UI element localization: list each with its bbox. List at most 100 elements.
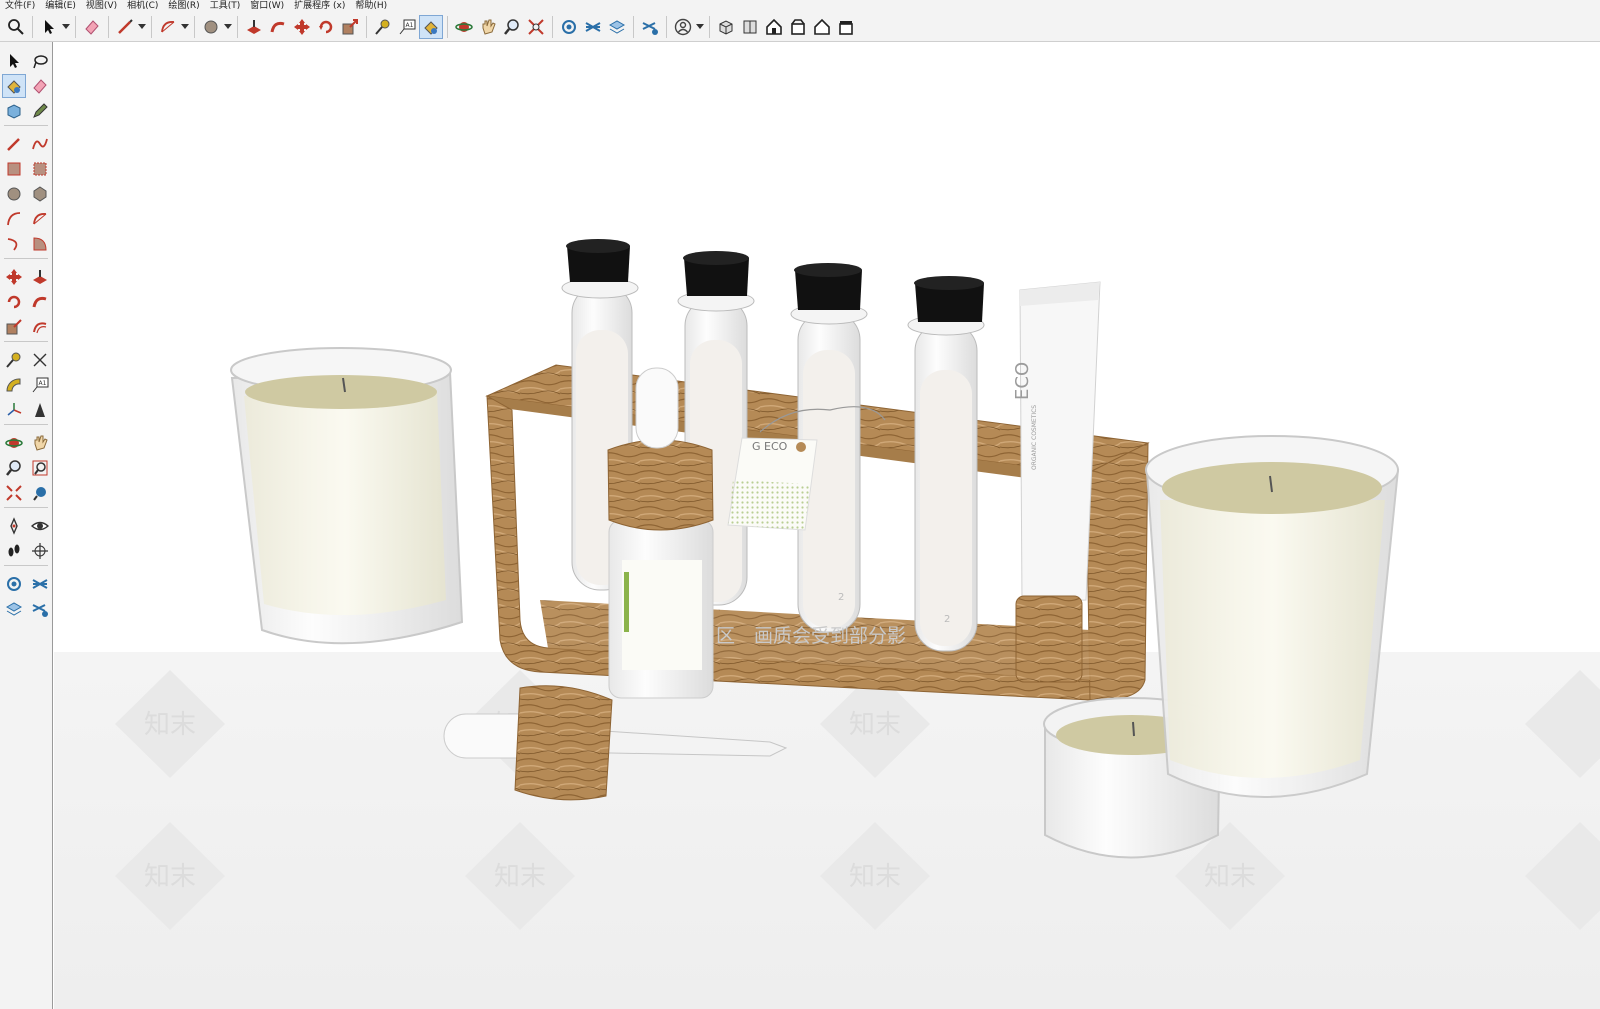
lasso-tool[interactable]: [28, 49, 52, 73]
position-camera-tool[interactable]: [2, 514, 26, 538]
text-tool[interactable]: A1: [28, 373, 52, 397]
push-pull-tool[interactable]: [28, 265, 52, 289]
three-point-arc-tool[interactable]: [2, 232, 26, 256]
search-tool-button[interactable]: [4, 15, 28, 39]
zoom-window-tool[interactable]: [28, 456, 52, 480]
walk-tool[interactable]: [2, 539, 26, 563]
pushpull-tool-button[interactable]: [242, 15, 266, 39]
right-view-button[interactable]: [786, 15, 810, 39]
tape-measure-tool-button[interactable]: [371, 15, 395, 39]
pan-tool[interactable]: [28, 431, 52, 455]
account-dropdown[interactable]: [695, 15, 705, 39]
zoom-extents-tool[interactable]: [2, 481, 26, 505]
menu-view[interactable]: 视图(V): [81, 0, 122, 12]
extension-warehouse-button[interactable]: [581, 15, 605, 39]
pie-tool[interactable]: [28, 232, 52, 256]
line-tool[interactable]: [2, 132, 26, 156]
arc-tool[interactable]: [2, 207, 26, 231]
arc-icon: [161, 20, 175, 32]
warehouse-button[interactable]: [557, 15, 581, 39]
freehand-tool[interactable]: [28, 132, 52, 156]
select-tool-button[interactable]: [37, 15, 61, 39]
model-viewport[interactable]: 知末 知末 知末 知末 知末 知末 知末 知末: [54, 43, 1600, 1009]
arrow-cursor-icon: [45, 19, 54, 34]
zoom-extents-icon: [6, 484, 22, 501]
component-tool[interactable]: [2, 99, 26, 123]
axes-tool[interactable]: [2, 398, 26, 422]
rectangle-tool[interactable]: [2, 157, 26, 181]
arc-dropdown[interactable]: [180, 15, 190, 39]
rotated-rectangle-icon: [33, 162, 47, 175]
dimension-tool[interactable]: [28, 348, 52, 372]
polygon-tool[interactable]: [28, 182, 52, 206]
select-dropdown[interactable]: [61, 15, 71, 39]
move-tool[interactable]: [2, 265, 26, 289]
orbit-tool[interactable]: [2, 431, 26, 455]
follow-me-tool[interactable]: [28, 290, 52, 314]
menu-help[interactable]: 帮助(H): [350, 0, 392, 12]
menu-window[interactable]: 窗口(W): [245, 0, 289, 12]
zoom-extents-button[interactable]: [524, 15, 548, 39]
line-dropdown[interactable]: [137, 15, 147, 39]
layers-button[interactable]: [605, 15, 629, 39]
eraser-tool[interactable]: [28, 74, 52, 98]
back-view-icon: [814, 18, 830, 35]
zoom-tool[interactable]: [2, 456, 26, 480]
left-view-button[interactable]: [834, 15, 858, 39]
warehouse-tool[interactable]: [2, 572, 26, 596]
section-plane-tool[interactable]: [28, 539, 52, 563]
chevron-down-icon: [224, 24, 232, 29]
arc-tool-button[interactable]: [156, 15, 180, 39]
two-point-arc-tool[interactable]: [28, 207, 52, 231]
iso-view-button[interactable]: [714, 15, 738, 39]
menu-tools[interactable]: 工具(T): [205, 0, 246, 12]
scale-tool[interactable]: [2, 315, 26, 339]
tag-tool[interactable]: [28, 99, 52, 123]
extension-warehouse-tool[interactable]: [28, 572, 52, 596]
paint-bucket-tool[interactable]: [2, 73, 26, 98]
line-tool-button[interactable]: [113, 15, 137, 39]
scale-tool-button[interactable]: [338, 15, 362, 39]
rotated-rectangle-tool[interactable]: [28, 157, 52, 181]
menu-draw[interactable]: 绘图(R): [163, 0, 204, 12]
menu-extensions[interactable]: 扩展程序 (x): [289, 0, 350, 12]
rotate-tool-button[interactable]: [314, 15, 338, 39]
offset-tool[interactable]: [28, 315, 52, 339]
tape-measure-tool[interactable]: [2, 348, 26, 372]
circle-tool-button[interactable]: [199, 15, 223, 39]
pan-tool-button[interactable]: [476, 15, 500, 39]
circle-shape-icon: [7, 187, 21, 200]
followme-tool-button[interactable]: [266, 15, 290, 39]
chevron-down-icon: [138, 24, 146, 29]
tube-brand-text: ECO: [1012, 362, 1033, 400]
previous-view-tool[interactable]: [28, 481, 52, 505]
3d-text-tool[interactable]: [28, 398, 52, 422]
circle-dropdown[interactable]: [223, 15, 233, 39]
select-tool[interactable]: [2, 49, 26, 73]
paint-bucket-icon: [7, 79, 21, 94]
look-around-tool[interactable]: [28, 514, 52, 538]
account-button[interactable]: [671, 15, 695, 39]
text-tool-button[interactable]: A1: [395, 15, 419, 39]
menu-file[interactable]: 文件(F): [0, 0, 40, 12]
menu-edit[interactable]: 编辑(E): [40, 0, 81, 12]
front-view-button[interactable]: [762, 15, 786, 39]
move-tool-button[interactable]: [290, 15, 314, 39]
extension-manager-button[interactable]: [638, 15, 662, 39]
rotate-icon: [7, 295, 21, 308]
orbit-tool-button[interactable]: [452, 15, 476, 39]
extension-manager-tool[interactable]: [28, 597, 52, 621]
chevron-down-icon: [181, 24, 189, 29]
follow-me-icon: [270, 21, 285, 32]
back-view-button[interactable]: [810, 15, 834, 39]
menu-camera[interactable]: 相机(C): [122, 0, 163, 12]
protractor-tool[interactable]: [2, 373, 26, 397]
zoom-tool-button[interactable]: [500, 15, 524, 39]
eraser-tool-button[interactable]: [80, 15, 104, 39]
rotate-tool[interactable]: [2, 290, 26, 314]
paint-bucket-tool-button[interactable]: [419, 14, 443, 39]
eraser-icon: [33, 78, 47, 94]
layers-tool[interactable]: [2, 597, 26, 621]
top-view-button[interactable]: [738, 15, 762, 39]
circle-tool[interactable]: [2, 182, 26, 206]
